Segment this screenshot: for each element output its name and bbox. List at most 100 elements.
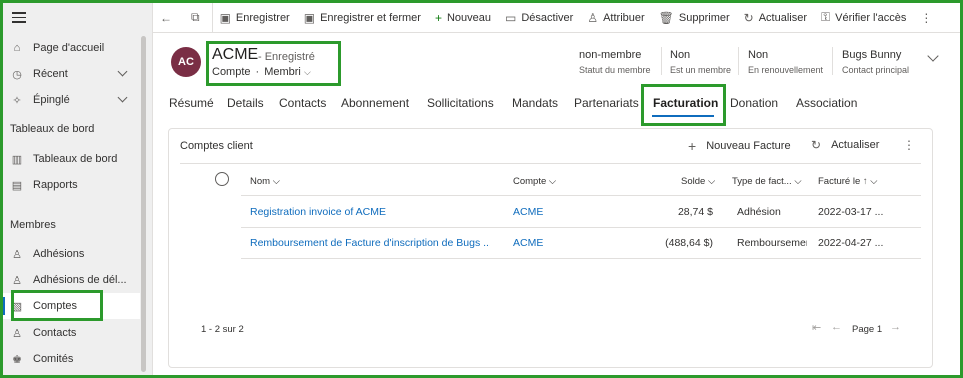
sidebar-item-label: Adhésions [33, 248, 85, 260]
more-commands-button[interactable]: ⋮ [913, 3, 944, 33]
tab-facturation[interactable]: Facturation [653, 96, 718, 110]
sidebar-item-delegate-memberships[interactable]: ♙ Adhésions de dél... [0, 267, 140, 293]
header-field-renewal: Non En renouvellement [748, 49, 824, 75]
column-header-account[interactable]: Compte ⌵ [513, 176, 556, 187]
sidebar-item-recent[interactable]: ◷ Récent [0, 61, 140, 87]
person-icon: ♙ [587, 10, 599, 25]
record-title: ACME [212, 46, 259, 63]
tab-association[interactable]: Association [796, 96, 857, 110]
divider [241, 258, 921, 259]
assign-button[interactable]: ♙ Attribuer [580, 3, 651, 33]
check-access-button[interactable]: ⚿ Vérifier l'accès [814, 3, 913, 33]
tab-details[interactable]: Details [227, 96, 264, 110]
divider [180, 163, 921, 164]
divider [241, 227, 921, 228]
primary-contact-link[interactable]: Bugs Bunny [842, 49, 909, 61]
row-invoiced-on: 2022-03-17 ... [818, 206, 884, 218]
grid-refresh-button[interactable]: ↻ Actualiser [811, 138, 879, 152]
save-close-icon: ▣ [303, 10, 316, 25]
sidebar-item-home[interactable]: ⌂ Page d'accueil [0, 35, 140, 61]
tab-partenariats[interactable]: Partenariats [574, 96, 639, 110]
row-account-link[interactable]: ACME [513, 206, 543, 218]
more-icon: ⋮ [920, 10, 933, 25]
divider [832, 47, 833, 75]
chevron-down-icon: ⌵ [272, 176, 280, 187]
sidebar-item-pinned[interactable]: ✧ Épinglé [0, 87, 140, 113]
new-button[interactable]: + Nouveau [428, 3, 498, 33]
sidebar-item-contacts[interactable]: ♙ Contacts [0, 320, 140, 346]
form-selector[interactable]: Membri ⌵ [264, 66, 311, 78]
select-all-checkbox[interactable] [215, 172, 229, 186]
popout-button[interactable]: ⧉ [184, 3, 212, 33]
sidebar-item-reports[interactable]: ▤ Rapports [0, 172, 140, 198]
separator-dot: · [255, 66, 260, 78]
header-field-is-member: Non Est un membre [670, 49, 732, 75]
sidebar-item-label: Page d'accueil [33, 42, 105, 54]
divider [241, 195, 921, 196]
chevron-down-icon: ⌵ [548, 176, 557, 187]
record-status: - Enregistré [258, 51, 315, 63]
divider [738, 47, 739, 75]
record-subtitle: Compte · Membri ⌵ [212, 66, 311, 78]
next-page-button[interactable]: → [890, 321, 901, 333]
previous-page-button[interactable]: ← [831, 321, 842, 333]
row-account-link[interactable]: ACME [513, 237, 543, 249]
membership-icon: ♙ [12, 274, 22, 287]
row-invoiced-on: 2022-04-27 ... [818, 237, 884, 249]
first-page-button[interactable]: ⇤ [812, 321, 821, 334]
clock-icon: ◷ [12, 68, 22, 81]
new-invoice-button[interactable]: + Nouveau Facture [688, 138, 791, 154]
plus-icon: + [434, 10, 442, 25]
save-icon: ▣ [219, 10, 231, 25]
tab-contacts[interactable]: Contacts [279, 96, 326, 110]
sidebar-item-dashboards[interactable]: ▥ Tableaux de bord [0, 146, 140, 172]
sidebar-item-label: Contacts [33, 327, 77, 339]
back-button[interactable]: ← [153, 3, 184, 33]
chevron-down-icon: ⌵ [870, 176, 878, 187]
more-icon: ⋮ [903, 138, 915, 152]
chevron-down-icon[interactable] [927, 50, 939, 62]
row-name-link[interactable]: Registration invoice of ACME [250, 206, 386, 218]
tab-resume[interactable]: Résumé [169, 96, 214, 110]
row-invoice-type: Adhésion [737, 206, 781, 218]
chevron-down-icon [117, 66, 128, 77]
home-icon: ⌂ [13, 42, 21, 54]
row-balance: 28,74 $ [677, 206, 713, 218]
committee-icon: ♚ [12, 353, 22, 366]
delete-button[interactable]: 🗑 Supprimer [652, 3, 737, 33]
active-tab-indicator [652, 115, 714, 117]
command-bar: ← ⧉ ▣ Enregistrer ▣ Enregistrer et fermer … [153, 2, 960, 33]
header-field-primary-contact: Bugs Bunny Contact principal [842, 49, 910, 75]
tab-donation[interactable]: Donation [730, 96, 778, 110]
column-header-name[interactable]: Nom ⌵ [250, 176, 280, 187]
divider [661, 47, 662, 75]
record-count: 1 - 2 sur 2 [201, 324, 244, 335]
sidebar-item-label: Rapports [33, 179, 78, 191]
tab-mandats[interactable]: Mandats [512, 96, 558, 110]
sidebar-item-accounts[interactable]: ▧ Comptes [0, 293, 140, 319]
column-header-balance[interactable]: Solde ⌵ [681, 176, 715, 187]
sidebar-item-label: Tableaux de bord [33, 153, 118, 165]
sort-ascending-icon: ↑ [862, 176, 868, 187]
sidebar-item-label: Comités [33, 353, 74, 365]
contact-icon: ♙ [12, 327, 22, 340]
save-close-button[interactable]: ▣ Enregistrer et fermer [297, 3, 428, 33]
membership-icon: ♙ [12, 248, 22, 261]
column-header-invoiced-on[interactable]: Facturé le ↑ ⌵ [818, 176, 877, 187]
refresh-button[interactable]: ↻ Actualiser [737, 3, 814, 33]
row-name-link[interactable]: Remboursement de Facture d'inscription d… [250, 237, 490, 249]
subgrid-title: Comptes client [180, 140, 253, 152]
grid-more-button[interactable]: ⋮ [903, 138, 925, 152]
deactivate-button[interactable]: ▭ Désactiver [498, 3, 580, 33]
sidebar-scrollbar[interactable] [141, 36, 146, 372]
trash-icon: 🗑 [658, 10, 674, 25]
hamburger-icon[interactable] [12, 12, 26, 23]
tab-abonnement[interactable]: Abonnement [341, 96, 409, 110]
account-icon: ▧ [11, 300, 23, 313]
sidebar-item-committees[interactable]: ♚ Comités [0, 346, 140, 372]
save-button[interactable]: ▣ Enregistrer [211, 2, 297, 33]
refresh-icon: ↻ [743, 10, 754, 25]
column-header-invoice-type[interactable]: Type de fact... ⌵ [732, 176, 802, 187]
tab-sollicitations[interactable]: Sollicitations [427, 96, 494, 110]
sidebar-item-memberships[interactable]: ♙ Adhésions [0, 241, 140, 267]
